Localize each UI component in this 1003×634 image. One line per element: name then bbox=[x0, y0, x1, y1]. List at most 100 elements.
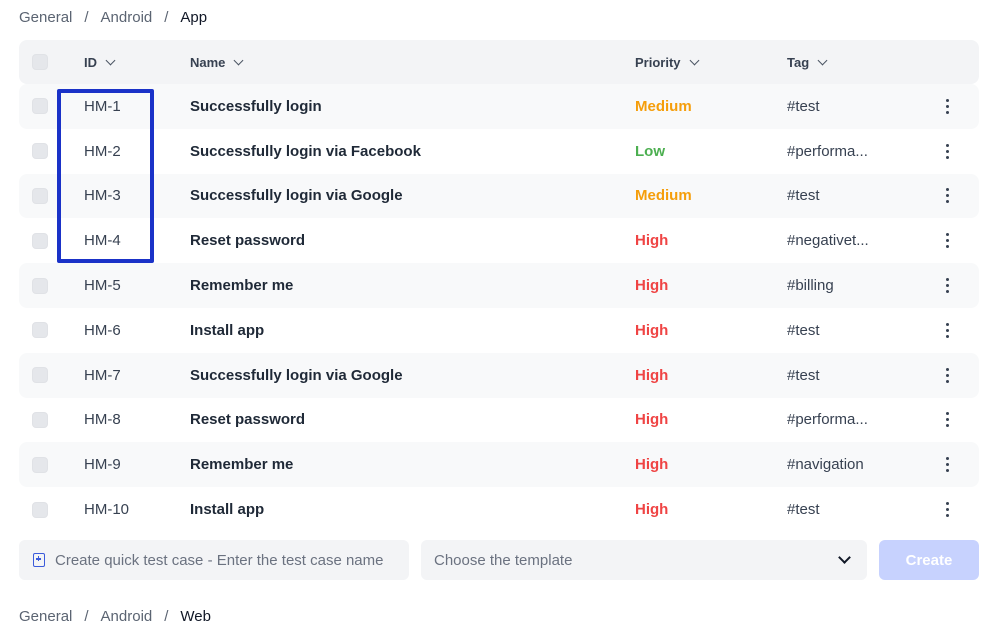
table-row[interactable]: HM-2 Successfully login via Facebook Low #p… bbox=[19, 128, 979, 174]
tag-label[interactable]: #test bbox=[787, 322, 820, 339]
test-case-table: ID Name Priority Tag HM-1 Successfully lo… bbox=[19, 40, 979, 532]
test-case-name[interactable]: Reset password bbox=[190, 411, 305, 428]
test-case-name[interactable]: Successfully login via Google bbox=[190, 187, 403, 204]
row-checkbox[interactable] bbox=[32, 501, 48, 518]
column-header-tag[interactable]: Tag bbox=[787, 54, 828, 70]
table-row[interactable]: HM-3 Successfully login via Google Medium #… bbox=[19, 173, 979, 219]
template-select-label: Choose the template bbox=[434, 551, 573, 569]
select-all-checkbox[interactable] bbox=[32, 54, 48, 70]
test-case-name[interactable]: Successfully login via Google bbox=[190, 367, 403, 384]
priority-label: High bbox=[635, 411, 669, 429]
more-actions-icon[interactable] bbox=[937, 322, 957, 338]
tag-label[interactable]: #performa... bbox=[787, 411, 868, 428]
tag-label[interactable]: #billing bbox=[787, 277, 834, 294]
test-case-name[interactable]: Successfully login via Facebook bbox=[190, 143, 421, 160]
breadcrumb-bottom: General / Android / Web bbox=[19, 606, 211, 626]
breadcrumb-item-general[interactable]: General bbox=[19, 608, 72, 625]
test-case-id: HM-8 bbox=[84, 411, 121, 429]
create-button[interactable]: Create bbox=[879, 540, 979, 580]
column-header-id-label: ID bbox=[84, 54, 97, 70]
priority-label: Medium bbox=[635, 187, 692, 205]
row-checkbox[interactable] bbox=[32, 187, 48, 204]
tag-label[interactable]: #test bbox=[787, 367, 820, 384]
more-actions-icon[interactable] bbox=[937, 367, 957, 383]
column-header-name-label: Name bbox=[190, 54, 226, 70]
test-case-name[interactable]: Remember me bbox=[190, 277, 293, 294]
priority-label: High bbox=[635, 501, 669, 519]
chevron-down-icon bbox=[105, 55, 116, 65]
tag-label[interactable]: #navigation bbox=[787, 456, 864, 473]
row-checkbox[interactable] bbox=[32, 232, 48, 249]
column-header-name[interactable]: Name bbox=[190, 54, 244, 70]
table-row[interactable]: HM-1 Successfully login Medium #test bbox=[19, 84, 979, 129]
breadcrumb-separator: / bbox=[164, 607, 169, 625]
row-checkbox[interactable] bbox=[32, 98, 48, 115]
test-case-id: HM-7 bbox=[84, 366, 121, 384]
column-header-priority-label: Priority bbox=[635, 54, 681, 70]
column-header-tag-label: Tag bbox=[787, 54, 810, 70]
more-actions-icon[interactable] bbox=[937, 188, 957, 204]
test-case-id: HM-9 bbox=[84, 456, 121, 474]
more-actions-icon[interactable] bbox=[937, 233, 957, 249]
priority-label: High bbox=[635, 456, 669, 474]
table-body: HM-1 Successfully login Medium #test HM-2 Suc… bbox=[19, 84, 979, 532]
table-row[interactable]: HM-8 Reset password High #performa... bbox=[19, 397, 979, 443]
row-checkbox[interactable] bbox=[32, 411, 48, 428]
more-actions-icon[interactable] bbox=[937, 457, 957, 473]
tag-label[interactable]: #test bbox=[787, 98, 820, 115]
file-plus-icon bbox=[33, 553, 45, 567]
more-actions-icon[interactable] bbox=[937, 412, 957, 428]
test-case-id: HM-3 bbox=[84, 187, 121, 205]
test-case-name[interactable]: Reset password bbox=[190, 232, 305, 249]
more-actions-icon[interactable] bbox=[937, 502, 957, 518]
breadcrumb-item-general[interactable]: General bbox=[19, 9, 72, 26]
breadcrumb-item-app[interactable]: App bbox=[180, 9, 207, 26]
chevron-down-icon bbox=[817, 55, 828, 65]
test-case-id: HM-5 bbox=[84, 277, 121, 295]
column-header-priority[interactable]: Priority bbox=[635, 54, 699, 70]
tag-label[interactable]: #test bbox=[787, 501, 820, 518]
test-case-id: HM-2 bbox=[84, 142, 121, 160]
table-row[interactable]: HM-10 Install app High #test bbox=[19, 487, 979, 532]
priority-label: Low bbox=[635, 142, 665, 160]
row-checkbox[interactable] bbox=[32, 277, 48, 294]
priority-label: High bbox=[635, 366, 669, 384]
row-checkbox[interactable] bbox=[32, 367, 48, 384]
column-header-id[interactable]: ID bbox=[84, 54, 116, 70]
priority-label: High bbox=[635, 321, 669, 339]
tag-label[interactable]: #performa... bbox=[787, 143, 868, 160]
tag-label[interactable]: #negativet... bbox=[787, 232, 869, 249]
more-actions-icon[interactable] bbox=[937, 278, 957, 294]
row-checkbox[interactable] bbox=[32, 456, 48, 473]
test-case-id: HM-10 bbox=[84, 501, 130, 519]
chevron-down-icon bbox=[838, 551, 851, 564]
tag-label[interactable]: #test bbox=[787, 187, 820, 204]
breadcrumb-separator: / bbox=[164, 8, 169, 26]
test-case-name[interactable]: Install app bbox=[190, 501, 264, 518]
table-row[interactable]: HM-9 Remember me High #navigation bbox=[19, 442, 979, 488]
quick-create-input[interactable] bbox=[55, 551, 395, 569]
more-actions-icon[interactable] bbox=[937, 143, 957, 159]
chevron-down-icon bbox=[689, 55, 699, 65]
table-row[interactable]: HM-5 Remember me High #billing bbox=[19, 263, 979, 308]
priority-label: Medium bbox=[635, 97, 692, 115]
breadcrumb-item-android[interactable]: Android bbox=[101, 608, 153, 625]
table-row[interactable]: HM-4 Reset password High #negativet... bbox=[19, 218, 979, 264]
test-case-id: HM-4 bbox=[84, 232, 121, 250]
test-case-name[interactable]: Successfully login bbox=[190, 98, 322, 115]
test-case-name[interactable]: Remember me bbox=[190, 456, 293, 473]
priority-label: High bbox=[635, 232, 669, 250]
test-case-name[interactable]: Install app bbox=[190, 322, 264, 339]
row-checkbox[interactable] bbox=[32, 143, 48, 160]
template-select[interactable]: Choose the template bbox=[421, 540, 867, 580]
breadcrumb-item-web[interactable]: Web bbox=[180, 608, 211, 625]
more-actions-icon[interactable] bbox=[937, 98, 957, 114]
breadcrumb-item-android[interactable]: Android bbox=[101, 9, 153, 26]
table-row[interactable]: HM-7 Successfully login via Google High #te… bbox=[19, 352, 979, 398]
quick-create-field[interactable] bbox=[19, 540, 409, 580]
test-case-id: HM-6 bbox=[84, 321, 121, 339]
row-checkbox[interactable] bbox=[32, 322, 48, 339]
chevron-down-icon bbox=[233, 55, 244, 65]
table-row[interactable]: HM-6 Install app High #test bbox=[19, 307, 979, 353]
test-case-id: HM-1 bbox=[84, 97, 121, 115]
